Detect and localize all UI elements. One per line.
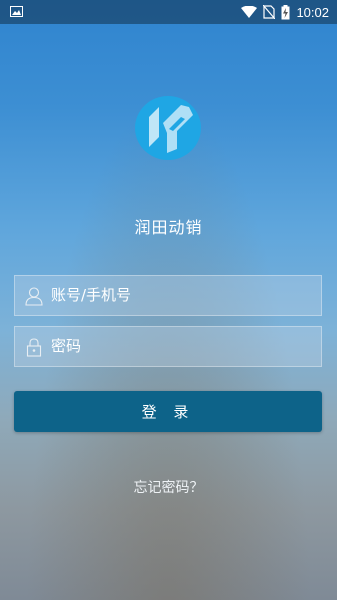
account-field[interactable] — [14, 275, 322, 316]
login-button[interactable]: 登 录 — [14, 391, 322, 432]
user-icon — [25, 287, 43, 306]
battery-charging-icon — [281, 4, 290, 19]
status-time: 10:02 — [296, 4, 329, 20]
image-notification-icon — [10, 6, 23, 17]
no-sim-icon — [263, 5, 276, 19]
account-input[interactable] — [51, 276, 311, 315]
lock-icon — [26, 338, 42, 357]
password-input[interactable] — [51, 327, 311, 366]
app-name: 润田动销 — [134, 218, 203, 237]
wifi-icon — [241, 5, 258, 18]
password-field[interactable] — [14, 326, 322, 367]
forgot-password-link[interactable]: 忘记密码？ — [0, 477, 337, 497]
app-logo — [135, 96, 201, 160]
status-bar: 10:02 — [0, 0, 337, 24]
